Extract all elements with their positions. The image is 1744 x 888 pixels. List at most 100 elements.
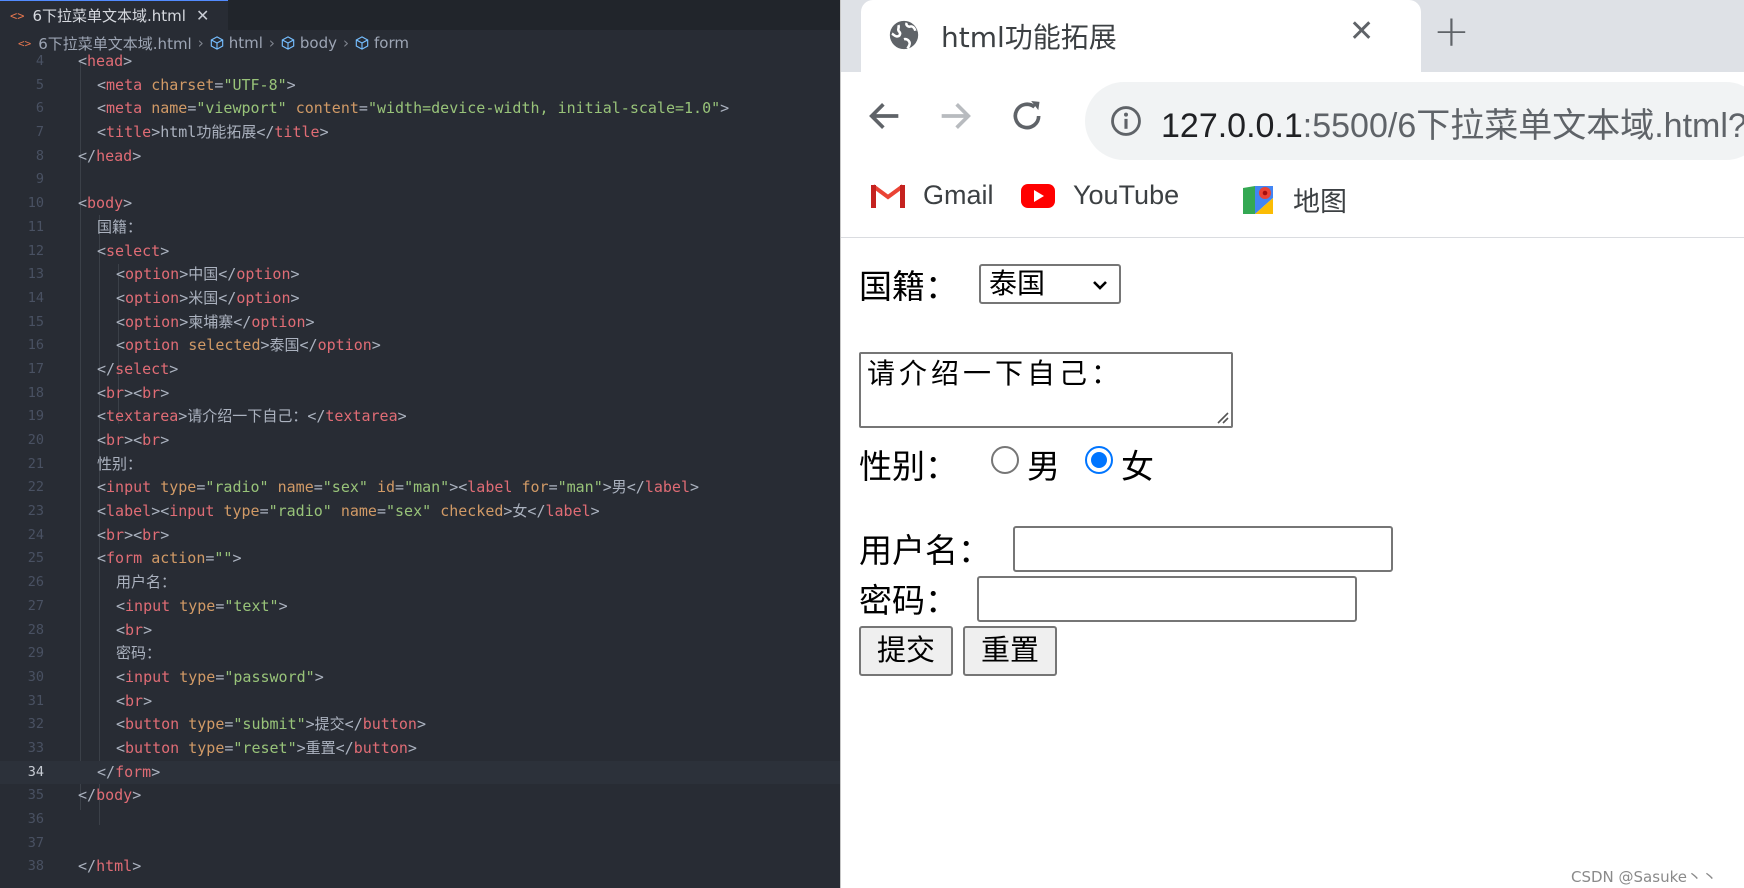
code-token: type [188, 715, 225, 734]
code-token: < [97, 383, 107, 402]
bookmark-maps[interactable]: 地图 [1241, 180, 1347, 219]
code-token: = [376, 502, 386, 521]
code-line[interactable]: 7 <title>html功能拓展</title> [0, 121, 840, 145]
line-number: 7 [35, 124, 44, 141]
code-token: for [521, 478, 549, 497]
bookmark-youtube[interactable]: YouTube [1021, 180, 1179, 211]
code-line[interactable]: 9 [0, 168, 840, 192]
code-token: label [644, 478, 690, 497]
code-line[interactable]: 16 <option selected>泰国</option> [0, 334, 840, 358]
code-line[interactable]: 26 用户名： [0, 571, 840, 595]
code-line[interactable]: 35 </body> [0, 784, 840, 808]
code-token: = [395, 478, 405, 497]
code-text: </head> [78, 145, 141, 169]
code-token: > [143, 691, 153, 710]
code-token: action [151, 549, 206, 568]
code-token: >< [151, 502, 170, 521]
code-token: > [123, 194, 133, 213]
code-line[interactable]: 31 <br> [0, 690, 840, 714]
code-text: <head> [78, 50, 132, 74]
code-line[interactable]: 11 国籍： [0, 216, 840, 240]
line-number: 25 [27, 550, 44, 567]
code-line[interactable]: 34 </form> [0, 760, 840, 785]
code-line[interactable]: 28 <br> [0, 619, 840, 643]
code-token: name [340, 502, 377, 521]
back-arrow-icon[interactable] [865, 96, 905, 136]
new-tab-icon[interactable]: + [1433, 6, 1470, 57]
gender-female-label[interactable]: 女 [1121, 440, 1154, 488]
code-token: option [125, 265, 180, 284]
code-line[interactable]: 20 <br><br> [0, 429, 840, 453]
editor-tab[interactable]: <> 6下拉菜单文本域.html ✕ [0, 0, 228, 30]
browser-window: html功能拓展 ✕ + 127.0.0.1:5500/6下拉菜单文本域.htm… [840, 0, 1744, 888]
resize-grip-icon[interactable] [1213, 408, 1229, 424]
code-token: label [545, 502, 591, 521]
code-line[interactable]: 32 <button type="submit">提交</button> [0, 713, 840, 737]
code-line[interactable]: 12 <select> [0, 240, 840, 264]
code-line[interactable]: 15 <option>柬埔寨</option> [0, 311, 840, 335]
info-icon[interactable] [1109, 104, 1143, 138]
code-line[interactable]: 22 <input type="radio" name="sex" id="man… [0, 476, 840, 500]
code-line[interactable]: 27 <input type="text"> [0, 595, 840, 619]
bookmark-gmail[interactable]: Gmail [871, 180, 994, 211]
code-line[interactable]: 23 <label><input type="radio" name="sex" … [0, 500, 840, 524]
code-token: > [132, 786, 142, 805]
code-token: 用户名： [116, 573, 177, 592]
nationality-select[interactable]: 泰国 [979, 264, 1121, 304]
intro-textarea[interactable]: 请介绍一下自己： [859, 352, 1233, 428]
code-line[interactable]: 6 <meta name="viewport" content="width=de… [0, 97, 840, 121]
code-token: input [125, 667, 171, 686]
code-line[interactable]: 36 [0, 808, 840, 832]
code-line[interactable]: 38 </html> [0, 855, 840, 879]
code-line[interactable]: 25 <form action=""> [0, 547, 840, 571]
code-text: </select> [97, 358, 178, 382]
code-token: > [305, 312, 315, 331]
url-text[interactable]: 127.0.0.1:5500/6下拉菜单文本域.html? [1161, 98, 1744, 147]
gender-male-label[interactable]: 男 [1027, 440, 1060, 488]
code-token: < [97, 407, 107, 426]
line-number: 5 [35, 76, 44, 93]
code-line[interactable]: 37 [0, 832, 840, 856]
code-line[interactable]: 29 密码： [0, 642, 840, 666]
reset-button[interactable]: 重置 [963, 626, 1057, 676]
gmail-icon [871, 183, 905, 208]
line-number: 15 [27, 313, 44, 330]
code-token: < [116, 620, 126, 639]
code-line[interactable]: 21 性别： [0, 453, 840, 477]
code-token: > [169, 359, 179, 378]
password-input[interactable] [977, 576, 1357, 622]
code-text: <body> [78, 192, 132, 216]
code-line[interactable]: 14 <option>米国</option> [0, 287, 840, 311]
code-line[interactable]: 13 <option>中国</option> [0, 263, 840, 287]
close-icon[interactable]: ✕ [1349, 14, 1374, 49]
username-input[interactable] [1013, 526, 1393, 572]
radio-female[interactable] [1085, 446, 1113, 474]
reload-icon[interactable] [1007, 96, 1047, 136]
submit-button[interactable]: 提交 [859, 626, 953, 676]
code-token: head [87, 52, 124, 70]
code-line[interactable]: 24 <br><br> [0, 524, 840, 548]
code-line[interactable]: 10 <body> [0, 192, 840, 216]
code-line[interactable]: 19 <textarea>请介绍一下自己：</textarea> [0, 405, 840, 429]
radio-male[interactable] [991, 446, 1019, 474]
line-number: 21 [27, 455, 44, 472]
code-token: label [106, 502, 152, 521]
code-line[interactable]: 4 <head> [0, 50, 840, 74]
code-token: > [160, 241, 170, 260]
code-line[interactable]: 33 <button type="reset">重置</button> [0, 737, 840, 761]
code-line[interactable]: 8 </head> [0, 145, 840, 169]
code-token: title [106, 123, 152, 142]
browser-tab-strip: html功能拓展 ✕ + [841, 0, 1744, 72]
forward-arrow-icon[interactable] [935, 96, 975, 136]
code-area[interactable]: 4 <head> 5 <meta charset="UTF-8"> 6 <meta nam… [0, 50, 840, 879]
code-line[interactable]: 17 </select> [0, 358, 840, 382]
code-line[interactable]: 18 <br><br> [0, 382, 840, 406]
code-line[interactable]: 30 <input type="password"> [0, 666, 840, 690]
code-text: <label><input type="radio" name="sex" ch… [97, 500, 600, 524]
code-token: type [179, 596, 216, 615]
code-text: <form action=""> [97, 547, 242, 571]
code-line[interactable]: 5 <meta charset="UTF-8"> [0, 74, 840, 98]
close-icon[interactable]: ✕ [196, 6, 209, 25]
code-token: "sex" [386, 502, 432, 521]
